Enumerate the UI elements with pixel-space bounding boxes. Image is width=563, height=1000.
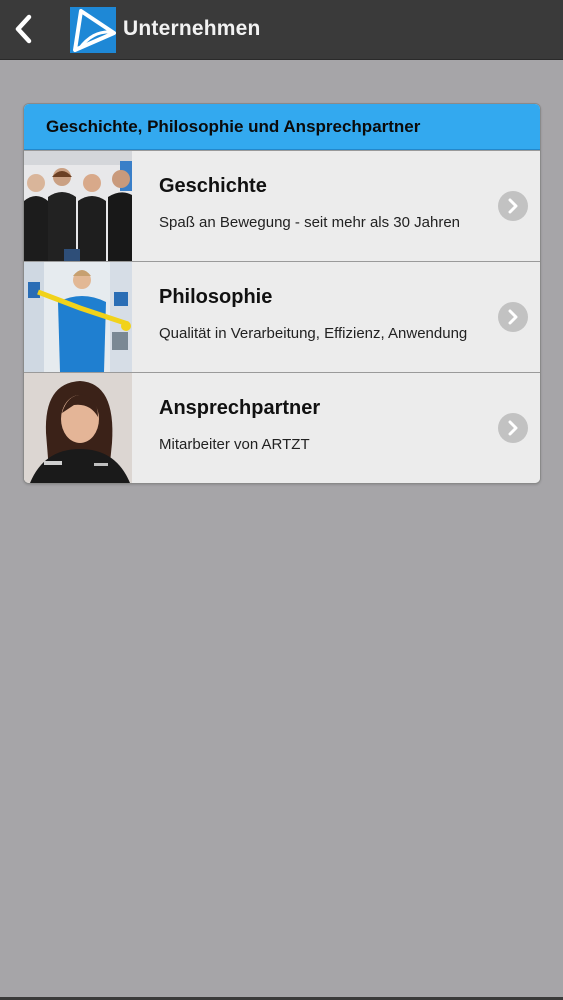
list-item-ansprechpartner[interactable]: Ansprechpartner Mitarbeiter von ARTZT xyxy=(24,372,540,483)
page-title: Unternehmen xyxy=(123,17,261,40)
item-title: Geschichte xyxy=(159,175,267,197)
back-button[interactable] xyxy=(6,9,42,49)
panel-header: Geschichte, Philosophie und Ansprechpart… xyxy=(24,104,540,150)
team-photo xyxy=(24,151,132,261)
company-panel: Geschichte, Philosophie und Ansprechpart… xyxy=(23,103,541,484)
chevron-right-icon xyxy=(498,191,528,221)
item-title: Philosophie xyxy=(159,286,273,308)
item-subtitle: Qualität in Verarbeitung, Effizienz, Anw… xyxy=(159,325,468,342)
app-header: Unternehmen xyxy=(0,0,563,60)
item-subtitle: Spaß an Bewegung - seit mehr als 30 Jahr… xyxy=(159,214,461,231)
chevron-left-icon xyxy=(15,14,32,44)
app-logo xyxy=(70,7,116,53)
chevron-right-icon xyxy=(498,302,528,332)
contact-photo xyxy=(24,373,132,483)
chevron-right-icon xyxy=(498,413,528,443)
list-item-geschichte[interactable]: Geschichte Spaß an Bewegung - seit mehr … xyxy=(24,150,540,261)
item-title: Ansprechpartner xyxy=(159,397,321,419)
list-item-philosophie[interactable]: Philosophie Qualität in Verarbeitung, Ef… xyxy=(24,261,540,372)
item-subtitle: Mitarbeiter von ARTZT xyxy=(159,436,310,453)
trainer-photo xyxy=(24,262,132,372)
